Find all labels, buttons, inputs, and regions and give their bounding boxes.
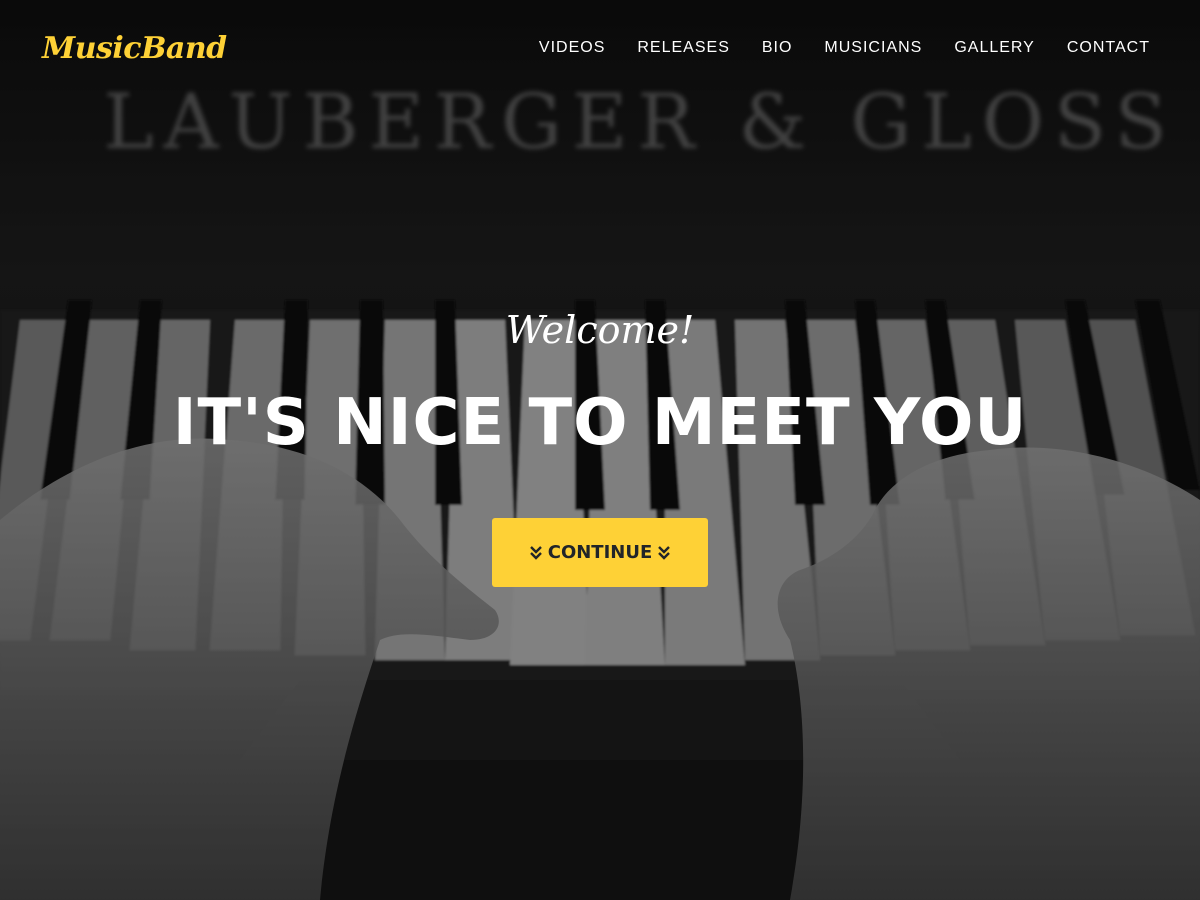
nav-item-bio[interactable]: BIO (746, 39, 809, 57)
nav-links: VIDEOS RELEASES BIO MUSICIANS GALLERY CO… (523, 39, 1150, 57)
chevrons-down-icon (529, 545, 542, 560)
hero-section: LAUBERGER & GLOSS MusicBand VIDEOS RELEA… (0, 0, 1200, 900)
main-navbar: MusicBand VIDEOS RELEASES BIO MUSICIANS … (0, 0, 1200, 96)
nav-item-gallery[interactable]: GALLERY (938, 39, 1051, 57)
continue-button-label: CONTINUE (547, 542, 653, 563)
nav-item-releases[interactable]: RELEASES (621, 39, 745, 57)
lead-in-text: Welcome! (505, 308, 695, 352)
nav-item-contact[interactable]: CONTACT (1051, 39, 1150, 57)
nav-item-musicians[interactable]: MUSICIANS (808, 39, 938, 57)
intro-text: Welcome! IT'S NICE TO MEET YOU CONTINUE (0, 300, 1200, 587)
nav-item-videos[interactable]: VIDEOS (523, 39, 621, 57)
hero-heading: IT'S NICE TO MEET YOU (172, 386, 1028, 460)
brand-logo[interactable]: MusicBand (42, 31, 227, 66)
continue-button[interactable]: CONTINUE (492, 518, 708, 587)
chevrons-down-icon (658, 545, 671, 560)
